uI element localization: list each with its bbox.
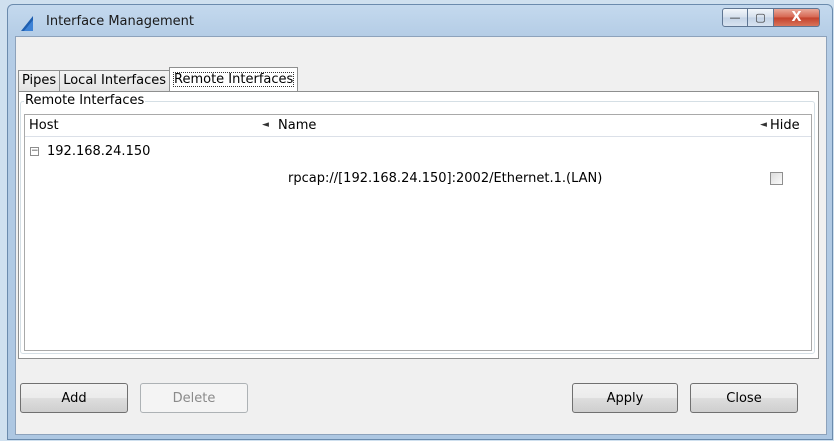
tab-pipes[interactable]: Pipes xyxy=(18,70,61,91)
close-icon: X xyxy=(791,10,802,25)
interface-name[interactable]: rpcap://[192.168.24.150]:2002/Ethernet.1… xyxy=(288,171,602,186)
wireshark-fin-icon xyxy=(18,14,36,36)
window-title: Interface Management xyxy=(46,14,194,29)
remote-interfaces-group: Remote Interfaces Host ◄ Name ◄ Hide − 1… xyxy=(20,93,815,354)
tree-header: Host ◄ Name ◄ Hide xyxy=(25,115,811,137)
apply-button[interactable]: Apply xyxy=(572,383,678,413)
window-close-button[interactable]: X xyxy=(774,8,820,27)
delete-button[interactable]: Delete xyxy=(140,383,248,413)
close-button[interactable]: Close xyxy=(690,383,798,413)
minimize-icon: — xyxy=(729,11,741,24)
interface-management-window: Interface Management — ▢ X Pipes Local I… xyxy=(7,4,833,440)
caption-buttons: — ▢ X xyxy=(722,8,820,27)
hide-checkbox[interactable] xyxy=(770,172,783,185)
apply-button-label: Apply xyxy=(606,390,644,406)
group-title: Remote Interfaces xyxy=(24,93,146,108)
maximize-button[interactable]: ▢ xyxy=(748,8,774,27)
collapse-icon[interactable]: − xyxy=(30,146,39,156)
tab-local-interfaces[interactable]: Local Interfaces xyxy=(59,70,171,91)
close-button-label: Close xyxy=(726,390,762,406)
add-button-label: Add xyxy=(61,390,87,406)
column-header-name[interactable]: Name ◄ xyxy=(278,115,768,136)
column-host-label: Host xyxy=(29,118,59,133)
add-button[interactable]: Add xyxy=(20,383,128,413)
column-hide-label: Hide xyxy=(770,118,800,133)
remote-interfaces-tree[interactable]: Host ◄ Name ◄ Hide − 192.168.24.150 rpca… xyxy=(24,114,812,351)
remote-interfaces-panel: Remote Interfaces Host ◄ Name ◄ Hide − 1… xyxy=(18,91,819,359)
tab-bar: Pipes Local Interfaces Remote Interfaces xyxy=(18,67,299,91)
tab-remote-interfaces-label: Remote Interfaces xyxy=(173,72,295,87)
column-header-hide[interactable]: Hide xyxy=(770,115,811,136)
maximize-icon: ▢ xyxy=(755,11,766,24)
title-bar[interactable]: Interface Management — ▢ X xyxy=(8,5,832,35)
column-header-host[interactable]: Host ◄ xyxy=(29,115,269,136)
tab-remote-interfaces[interactable]: Remote Interfaces xyxy=(169,67,299,91)
sort-arrow-icon: ◄ xyxy=(760,120,767,130)
delete-button-label: Delete xyxy=(172,390,216,406)
column-name-label: Name xyxy=(278,118,317,133)
minimize-button[interactable]: — xyxy=(722,8,748,27)
sort-arrow-icon: ◄ xyxy=(262,120,269,130)
host-address: 192.168.24.150 xyxy=(47,143,151,159)
tree-row-host[interactable]: − 192.168.24.150 xyxy=(30,143,150,159)
dialog-client-area: Pipes Local Interfaces Remote Interfaces… xyxy=(15,36,827,435)
